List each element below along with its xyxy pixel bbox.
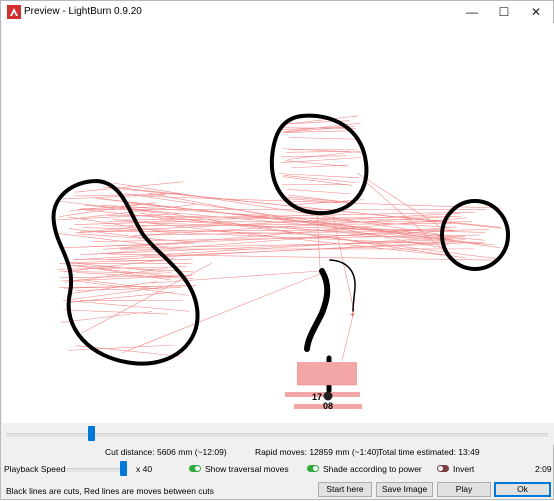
traversal-line (75, 182, 184, 192)
invert-toggle[interactable] (437, 465, 449, 472)
cut-paths (54, 116, 508, 391)
playback-speed-label: Playback Speed (4, 464, 65, 474)
traversal-line (286, 151, 348, 152)
traversal-moves (57, 116, 502, 361)
minimize-icon[interactable]: — (456, 1, 488, 23)
shade-power-label[interactable]: Shade according to power (323, 464, 422, 474)
shade-power-toggle[interactable] (307, 465, 319, 472)
speed-slider-track[interactable] (65, 468, 127, 472)
traversal-line (289, 137, 357, 139)
legend-text: Black lines are cuts, Red lines are move… (6, 486, 214, 496)
timeline-scrubber[interactable] (2, 423, 554, 445)
elapsed-time: 2:09 (535, 464, 552, 474)
ok-button[interactable]: Ok (494, 482, 551, 497)
traversal-line (60, 271, 163, 273)
traversal-line (283, 197, 354, 203)
traversal-line (285, 161, 347, 167)
traversal-line (58, 214, 179, 220)
playback-controls: Playback Speed x 40 Show traversal moves… (1, 461, 553, 477)
position-cursor-icon: + (350, 310, 355, 319)
preview-drawing: 17 08 + (2, 23, 554, 423)
traversal-line (68, 345, 174, 350)
cut-distance: Cut distance: 5606 mm (~12:09) (105, 447, 227, 457)
show-traversal-toggle[interactable] (189, 465, 201, 472)
small-curve (330, 260, 355, 311)
rapid-moves: Rapid moves: 12859 mm (~1:40) (255, 447, 379, 457)
preview-label-b: 08 (323, 401, 333, 411)
scrubber-handle[interactable] (88, 426, 95, 441)
total-time: Total time estimated: 13:49 (378, 447, 480, 457)
laser-head-marker (324, 392, 333, 401)
traversal-line (291, 165, 348, 168)
preview-window: Preview - LightBurn 0.9.20 — ☐ ✕ 17 (0, 0, 554, 500)
play-button[interactable]: Play (437, 482, 491, 497)
speed-value: x 40 (136, 464, 152, 474)
lightburn-logo-icon (7, 5, 21, 19)
traversal-line (317, 213, 320, 268)
preview-canvas[interactable]: 17 08 + (2, 23, 554, 423)
speed-slider-handle[interactable] (120, 461, 127, 476)
preview-label-a: 17 (312, 392, 322, 402)
show-traversal-label[interactable]: Show traversal moves (205, 464, 289, 474)
window-title: Preview - LightBurn 0.9.20 (24, 6, 142, 17)
start-here-button[interactable]: Start here (318, 482, 372, 497)
stats-bar: Cut distance: 5606 mm (~12:09) Rapid mov… (1, 447, 553, 459)
title-bar: Preview - LightBurn 0.9.20 — ☐ ✕ (1, 1, 553, 23)
maximize-icon[interactable]: ☐ (488, 1, 520, 23)
traversal-line (122, 273, 322, 353)
invert-label[interactable]: Invert (453, 464, 474, 474)
traversal-line (287, 189, 350, 194)
traversal-line (64, 310, 168, 314)
hook-stroke (307, 271, 327, 349)
oval-shape-top (272, 116, 367, 214)
close-icon[interactable]: ✕ (520, 1, 552, 23)
traversal-line (281, 158, 361, 163)
traversal-line (82, 263, 212, 333)
footer-bar: Black lines are cuts, Red lines are move… (1, 479, 553, 501)
traversal-line (63, 300, 190, 311)
save-image-button[interactable]: Save Image (376, 482, 433, 497)
traversal-line (279, 174, 359, 178)
